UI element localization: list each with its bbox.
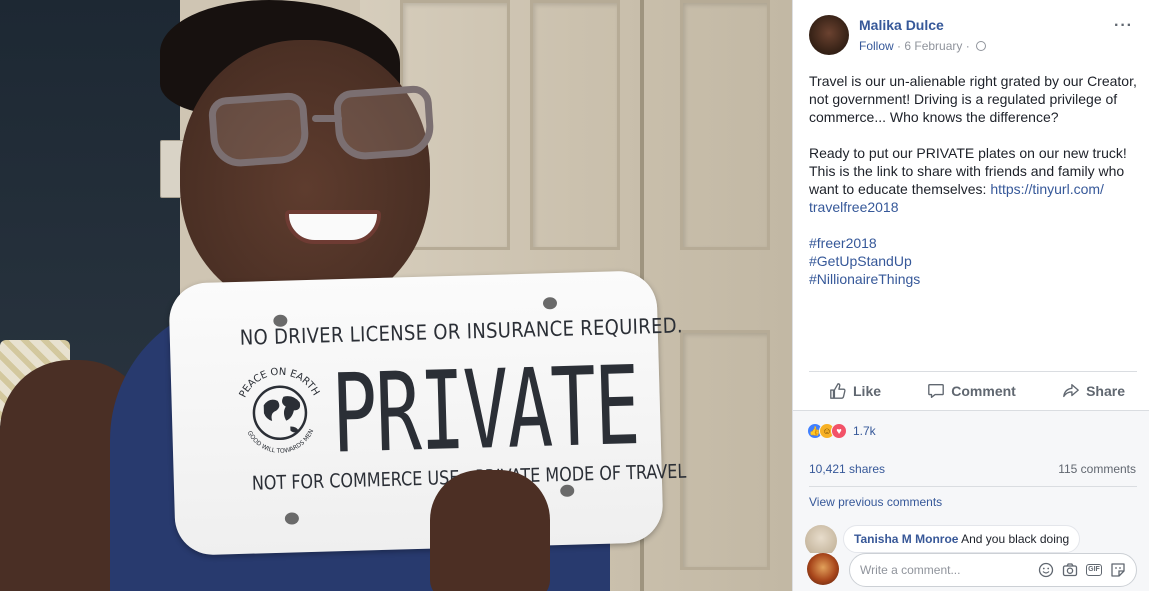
thumbs-up-icon [830, 382, 846, 399]
glasses-lens-right [332, 84, 436, 162]
comment-input[interactable] [860, 563, 1038, 577]
plate-main-text: PRIVATE [330, 342, 641, 478]
share-arrow-icon [1063, 383, 1079, 397]
commenter-name[interactable]: Tanisha M Monroe [854, 532, 958, 546]
feedback-section: 👍 ☺ ♥ 1.7k 10,421 shares 115 comments Vi… [793, 410, 1149, 591]
globe-seal-icon: PEACE ON EARTH GOOD WILL TOWARDS MEN [237, 365, 321, 456]
smile [285, 210, 381, 244]
tinyurl-link[interactable]: https://tinyurl.com/ [990, 181, 1104, 197]
reactions-summary[interactable]: 👍 ☺ ♥ 1.7k [807, 423, 876, 439]
reaction-count[interactable]: 1.7k [853, 424, 876, 438]
composer-icons: GIF [1038, 562, 1136, 578]
hashtag-link[interactable]: #freer2018 [809, 234, 1141, 252]
post-paragraph: Ready to put our PRIVATE plates on our n… [809, 144, 1141, 216]
public-globe-icon[interactable] [976, 41, 987, 51]
seal-top-text: PEACE ON EARTH [237, 365, 321, 399]
plate-hole [560, 484, 575, 498]
comment-input-box[interactable]: GIF [849, 553, 1137, 587]
meta-separator: · [897, 39, 902, 53]
gif-icon[interactable]: GIF [1086, 562, 1102, 578]
divider [809, 486, 1137, 487]
comment-composer: GIF [805, 553, 1137, 591]
seal-bottom-text: GOOD WILL TOWARDS MEN [246, 428, 316, 456]
love-reaction-icon: ♥ [831, 423, 847, 439]
svg-text:GOOD WILL TOWARDS MEN: GOOD WILL TOWARDS MEN [246, 428, 316, 456]
view-previous-comments-link[interactable]: View previous comments [809, 495, 942, 509]
author-name[interactable]: Malika Dulce [859, 17, 944, 33]
glasses-bridge [312, 115, 342, 122]
post-photo[interactable]: NO DRIVER LICENSE OR INSURANCE REQUIRED.… [0, 0, 792, 591]
follow-link[interactable]: Follow [859, 39, 894, 53]
comment-bubble: Tanisha M Monroe And you black doing [843, 525, 1081, 553]
post-date[interactable]: 6 February [904, 39, 962, 53]
post-body: Travel is our un-alienable right grated … [809, 72, 1141, 288]
door-panel [530, 0, 620, 250]
post-header: Malika Dulce Follow · 6 February · ··· [809, 15, 1137, 55]
svg-text:PEACE ON EARTH: PEACE ON EARTH [237, 365, 321, 399]
post-actions: Like Comment Share [809, 371, 1137, 409]
author-avatar[interactable] [809, 15, 849, 55]
comment-item: Tanisha M Monroe And you black doing [805, 525, 1137, 553]
door-panel [680, 330, 770, 570]
emoji-icon[interactable] [1038, 562, 1054, 578]
plate-hole [284, 512, 300, 525]
hashtag-link[interactable]: #GetUpStandUp [809, 252, 1141, 270]
share-label: Share [1086, 382, 1125, 399]
current-user-avatar [807, 553, 839, 585]
commenter-avatar[interactable] [805, 525, 837, 553]
sticker-icon[interactable] [1110, 562, 1126, 578]
meta-separator: · [965, 39, 970, 53]
glasses-lens-left [207, 91, 311, 169]
comments-count[interactable]: 115 comments [1058, 462, 1136, 476]
post-paragraph: Travel is our un-alienable right grated … [809, 73, 1137, 125]
more-options-icon[interactable]: ··· [1114, 17, 1133, 35]
plate-hole [542, 297, 558, 310]
camera-icon[interactable] [1062, 562, 1078, 578]
hand [430, 470, 550, 591]
comment-bubble-icon [928, 383, 945, 398]
license-plate: NO DRIVER LICENSE OR INSURANCE REQUIRED.… [168, 270, 687, 556]
globe-seal: PEACE ON EARTH GOOD WILL TOWARDS MEN [229, 361, 332, 464]
like-button[interactable]: Like [829, 382, 881, 400]
comment-label: Comment [951, 382, 1016, 399]
share-button[interactable]: Share [1062, 382, 1125, 400]
shares-count[interactable]: 10,421 shares [809, 462, 885, 476]
post-viewer: NO DRIVER LICENSE OR INSURANCE REQUIRED.… [0, 0, 1149, 591]
face [180, 40, 430, 310]
gif-label: GIF [1086, 564, 1102, 576]
post-sidebar: Malika Dulce Follow · 6 February · ··· T… [792, 0, 1149, 591]
tinyurl-link-continued[interactable]: travelfree2018 [809, 199, 899, 215]
comment-text: And you black doing [961, 532, 1070, 546]
comment-button[interactable]: Comment [927, 382, 1016, 400]
post-meta: Follow · 6 February · [859, 39, 987, 53]
door-panel [680, 0, 770, 250]
like-label: Like [853, 382, 882, 399]
hashtag-link[interactable]: #NillionaireThings [809, 270, 1141, 288]
